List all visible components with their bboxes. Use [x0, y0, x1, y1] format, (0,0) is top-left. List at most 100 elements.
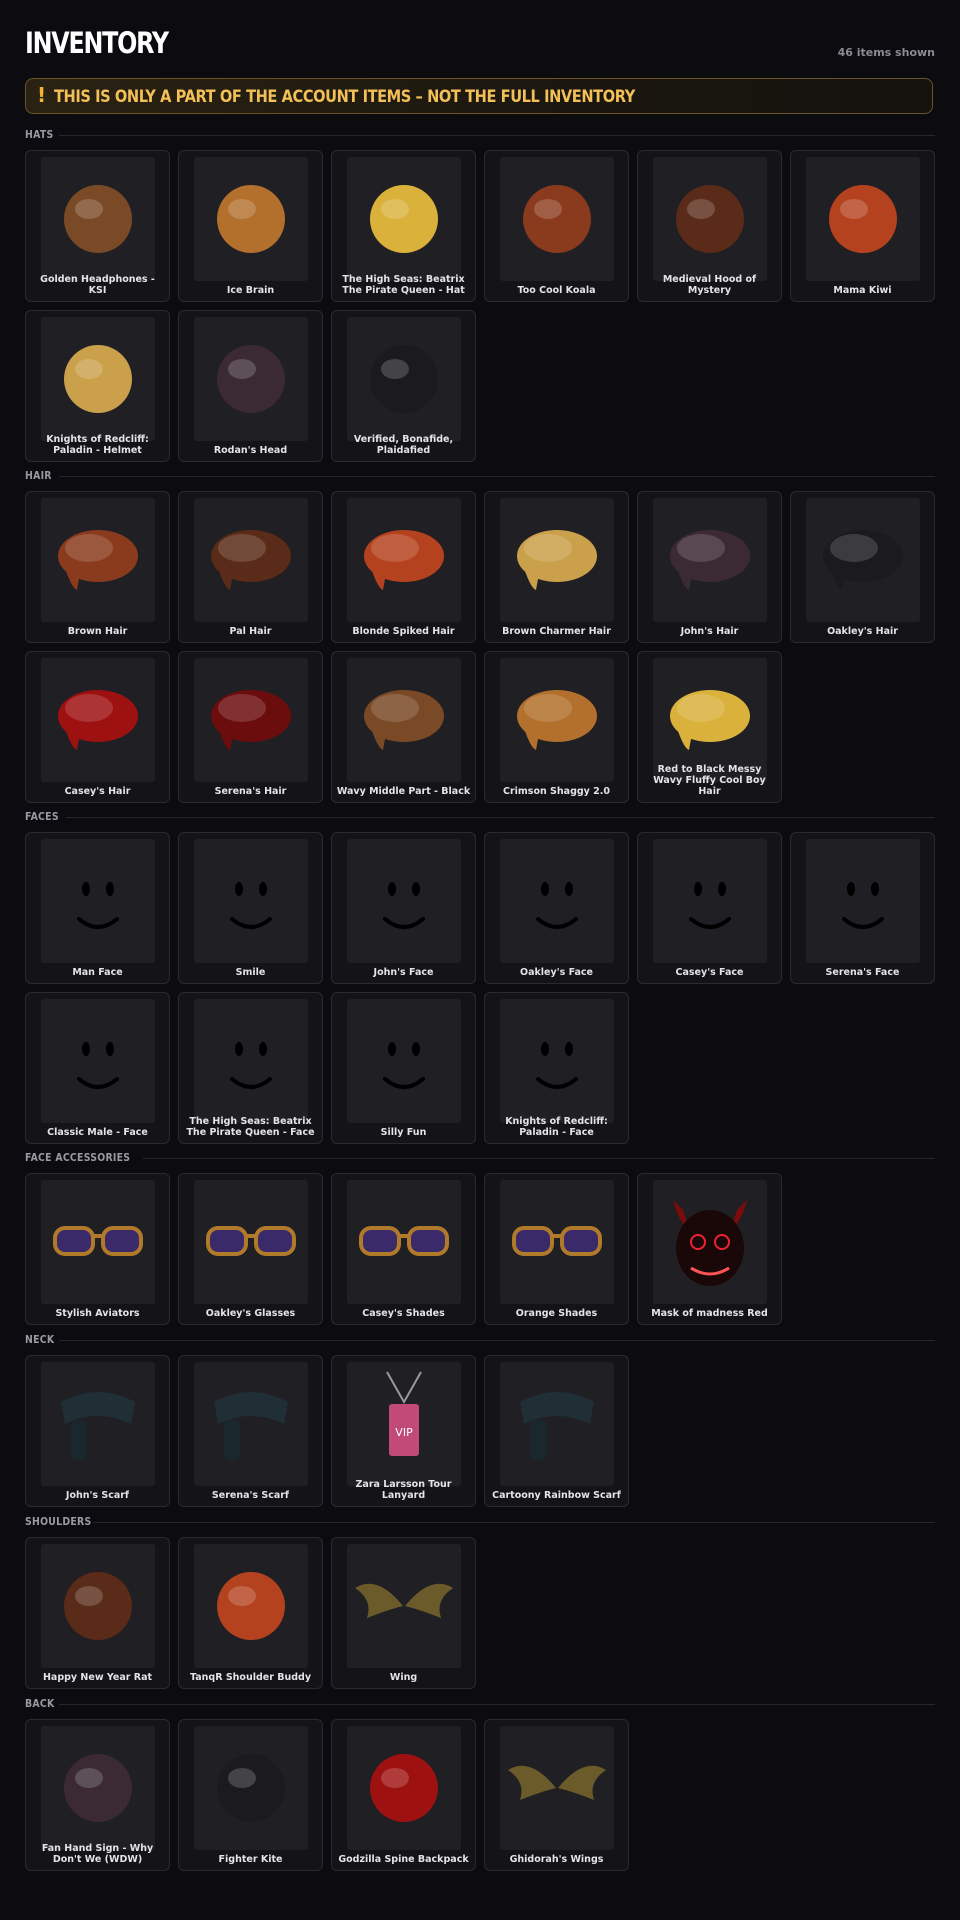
item-card[interactable]: Casey's Hair: [25, 651, 170, 803]
hair-icon: [41, 498, 155, 622]
item-card[interactable]: Crimson Shaggy 2.0: [484, 651, 629, 803]
item-name: Serena's Face: [825, 967, 900, 978]
item-card[interactable]: Happy New Year Rat: [25, 1537, 170, 1689]
headphones-icon: [41, 157, 155, 281]
item-name: Casey's Shades: [362, 1308, 445, 1319]
item-card[interactable]: The High Seas: Beatrix The Pirate Queen …: [178, 992, 323, 1144]
wings-icon: [347, 1544, 461, 1668]
section-shoulders: SHOULDERS Happy New Year Rat TanqR Shoulde…: [25, 1515, 935, 1689]
item-card[interactable]: Wing: [331, 1537, 476, 1689]
hair-icon: [194, 498, 308, 622]
glasses-icon: [500, 1180, 614, 1304]
item-name: Casey's Face: [675, 967, 744, 978]
item-name: Pal Hair: [229, 626, 272, 637]
section-divider: [59, 1340, 935, 1341]
item-card[interactable]: Casey's Shades: [331, 1173, 476, 1325]
item-name: Mask of madness Red: [651, 1308, 768, 1319]
item-card[interactable]: Brown Hair: [25, 491, 170, 643]
item-card[interactable]: Fighter Kite: [178, 1719, 323, 1871]
item-card[interactable]: John's Face: [331, 832, 476, 984]
section-hair: HAIR Brown Hair Pal Hair Blonde Spiked Hair…: [25, 469, 935, 803]
wings-icon: [500, 1726, 614, 1850]
item-card[interactable]: Ice Brain: [178, 150, 323, 302]
item-card[interactable]: Casey's Face: [637, 832, 782, 984]
section-label: HATS: [25, 128, 54, 141]
item-name: Blonde Spiked Hair: [352, 626, 455, 637]
kiwi-icon: [806, 157, 920, 281]
item-card[interactable]: Ghidorah's Wings: [484, 1719, 629, 1871]
dragon-head-icon: [194, 317, 308, 441]
item-name: Happy New Year Rat: [42, 1672, 153, 1683]
item-card[interactable]: Serena's Scarf: [178, 1355, 323, 1507]
section-divider: [94, 1522, 935, 1523]
item-name: Knights of Redcliff: Paladin - Helmet: [46, 434, 149, 456]
item-card[interactable]: Mask of madness Red: [637, 1173, 782, 1325]
item-card[interactable]: Medieval Hood of Mystery: [637, 150, 782, 302]
item-card[interactable]: Cartoony Rainbow Scarf: [484, 1355, 629, 1507]
item-name: Brown Hair: [67, 626, 128, 637]
section-divider: [66, 817, 935, 818]
item-card[interactable]: Silly Fun: [331, 992, 476, 1144]
item-name: John's Face: [373, 967, 434, 978]
item-card[interactable]: Blonde Spiked Hair: [331, 491, 476, 643]
item-card[interactable]: Knights of Redcliff: Paladin - Helmet: [25, 310, 170, 462]
face-icon: [194, 839, 308, 963]
item-card[interactable]: Serena's Face: [790, 832, 935, 984]
item-card[interactable]: Orange Shades: [484, 1173, 629, 1325]
koala-icon: [500, 157, 614, 281]
section-neck: NECK John's Scarf Serena's Scarf VIP Zara La…: [25, 1333, 935, 1507]
scarf-icon: [41, 1362, 155, 1486]
item-card[interactable]: Brown Charmer Hair: [484, 491, 629, 643]
rat-icon: [41, 1544, 155, 1668]
item-card[interactable]: Fan Hand Sign - Why Don't We (WDW): [25, 1719, 170, 1871]
face-icon: [806, 839, 920, 963]
item-card[interactable]: Rodan's Head: [178, 310, 323, 462]
item-name: Golden Headphones - KSI: [40, 274, 155, 296]
item-card[interactable]: Oakley's Glasses: [178, 1173, 323, 1325]
item-card[interactable]: Too Cool Koala: [484, 150, 629, 302]
face-icon: [41, 839, 155, 963]
item-name: Verified, Bonafide, Plaidafied: [353, 434, 454, 456]
item-card[interactable]: VIP Zara Larsson Tour Lanyard: [331, 1355, 476, 1507]
item-name: Cartoony Rainbow Scarf: [492, 1490, 621, 1501]
item-name: Classic Male - Face: [47, 1127, 148, 1138]
section-divider: [143, 1158, 935, 1159]
hair-icon: [194, 658, 308, 782]
face-icon: [500, 839, 614, 963]
item-name: Casey's Hair: [64, 786, 131, 797]
item-card[interactable]: Stylish Aviators: [25, 1173, 170, 1325]
item-card[interactable]: Pal Hair: [178, 491, 323, 643]
item-name: Oakley's Face: [520, 967, 593, 978]
item-card[interactable]: Man Face: [25, 832, 170, 984]
item-card[interactable]: Godzilla Spine Backpack: [331, 1719, 476, 1871]
item-card[interactable]: John's Scarf: [25, 1355, 170, 1507]
item-card[interactable]: Mama Kiwi: [790, 150, 935, 302]
item-name: Smile: [235, 967, 266, 978]
hair-icon: [653, 498, 767, 622]
scarf-icon: [500, 1362, 614, 1486]
face-icon: [194, 999, 308, 1123]
item-card[interactable]: Oakley's Face: [484, 832, 629, 984]
item-card[interactable]: Red to Black Messy Wavy Fluffy Cool Boy …: [637, 651, 782, 803]
backpack-icon: [347, 1726, 461, 1850]
hair-icon: [806, 498, 920, 622]
item-name: John's Hair: [680, 626, 739, 637]
item-card[interactable]: TanqR Shoulder Buddy: [178, 1537, 323, 1689]
hair-icon: [500, 658, 614, 782]
item-card[interactable]: Oakley's Hair: [790, 491, 935, 643]
item-card[interactable]: Wavy Middle Part - Black: [331, 651, 476, 803]
item-name: Wavy Middle Part - Black: [336, 786, 471, 797]
item-card[interactable]: Smile: [178, 832, 323, 984]
section-label: SHOULDERS: [25, 1515, 92, 1528]
item-card[interactable]: Serena's Hair: [178, 651, 323, 803]
item-card[interactable]: Classic Male - Face: [25, 992, 170, 1144]
item-card[interactable]: John's Hair: [637, 491, 782, 643]
item-card[interactable]: Verified, Bonafide, Plaidafied: [331, 310, 476, 462]
item-card[interactable]: The High Seas: Beatrix The Pirate Queen …: [331, 150, 476, 302]
item-card[interactable]: Golden Headphones - KSI: [25, 150, 170, 302]
section-hats: HATS Golden Headphones - KSI Ice Brain The …: [25, 128, 935, 462]
item-card[interactable]: Knights of Redcliff: Paladin - Face: [484, 992, 629, 1144]
section-header: SHOULDERS: [25, 1515, 935, 1531]
item-name: Godzilla Spine Backpack: [338, 1854, 469, 1865]
exclamation-icon: !: [37, 83, 47, 107]
